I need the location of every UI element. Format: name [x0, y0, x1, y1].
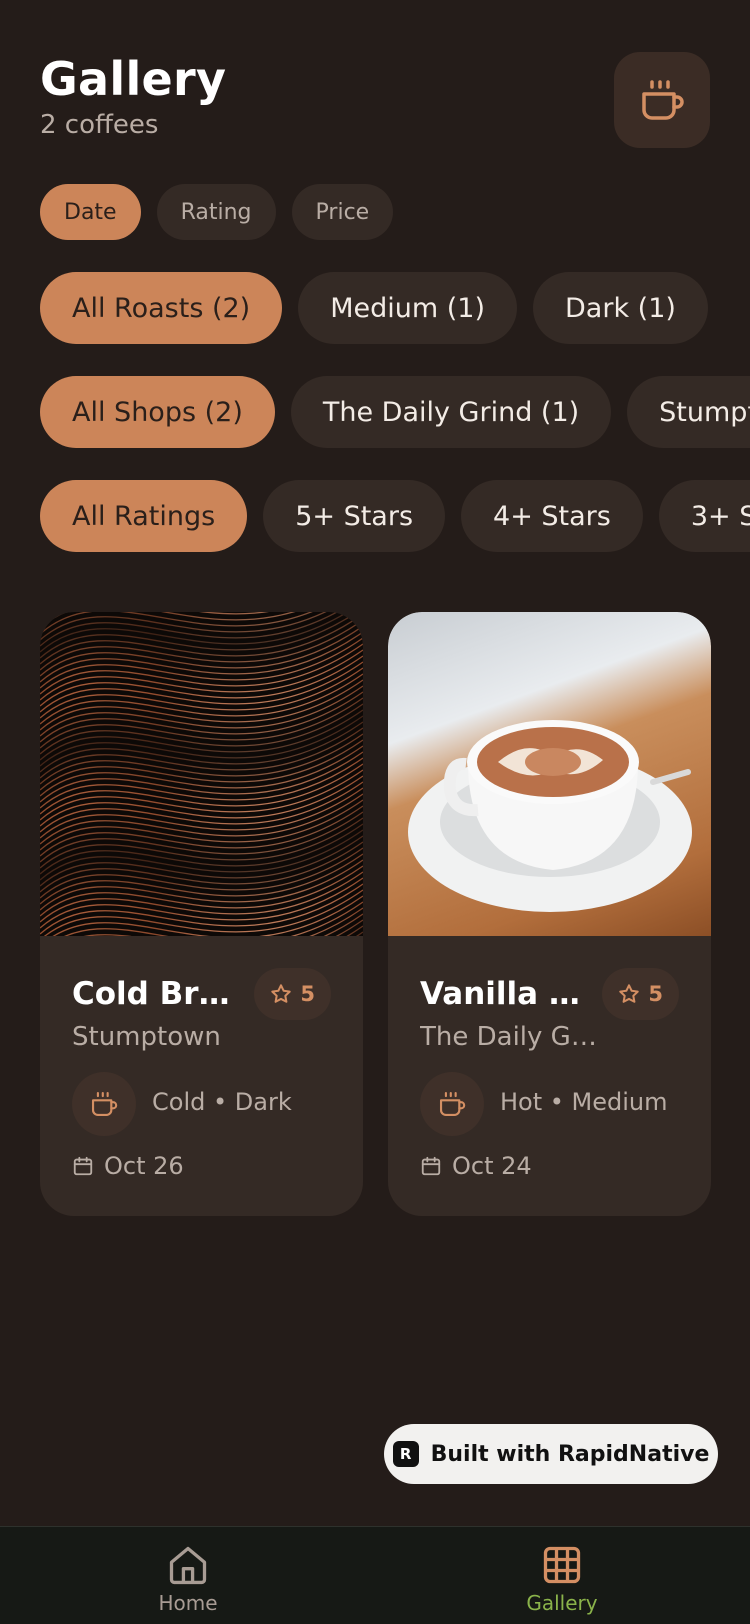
- rapidnative-logo-icon: R: [392, 1441, 419, 1467]
- page-header: Gallery 2 coffees: [40, 52, 226, 140]
- filter-medium-roast[interactable]: Medium (1): [298, 272, 518, 344]
- drink-details: Cold • Dark: [152, 1088, 292, 1116]
- sort-price-chip[interactable]: Price: [291, 184, 394, 240]
- filter-all-roasts[interactable]: All Roasts (2): [40, 272, 283, 344]
- rating-value: 5: [648, 982, 663, 1006]
- coffee-cup-icon: [439, 1091, 466, 1117]
- nav-label-home: Home: [158, 1591, 218, 1615]
- built-with-text: Built with RapidNative: [430, 1441, 710, 1467]
- drink-type-badge: [72, 1072, 136, 1136]
- filter-daily-grind[interactable]: The Daily Grind (1): [290, 376, 612, 448]
- add-coffee-button[interactable]: [614, 52, 710, 148]
- grid-icon: [543, 1546, 581, 1584]
- filter-dark-roast[interactable]: Dark (1): [533, 272, 708, 344]
- gallery-screen: Gallery 2 coffees Date Rating Price All …: [0, 0, 750, 1624]
- coffee-photo: [40, 612, 363, 936]
- coffee-date: Oct 24: [452, 1152, 532, 1180]
- coffee-cup-icon: [91, 1091, 118, 1117]
- sort-date-chip[interactable]: Date: [40, 184, 141, 240]
- coffee-cup-icon: [642, 80, 684, 120]
- shop-name: Stumptown: [72, 1022, 221, 1052]
- star-icon: [619, 984, 640, 1003]
- nav-item-home[interactable]: Home: [118, 1543, 258, 1615]
- filter-5-stars[interactable]: 5+ Stars: [263, 480, 446, 552]
- coffee-card[interactable]: Vanilla Latte 5 The Daily Grind Hot • Me…: [388, 612, 711, 1216]
- filter-4-stars[interactable]: 4+ Stars: [461, 480, 643, 552]
- coffee-count: 2 coffees: [40, 110, 159, 140]
- star-icon: [271, 984, 292, 1003]
- filter-all-ratings[interactable]: All Ratings: [40, 480, 248, 552]
- rating-badge: 5: [602, 968, 679, 1020]
- rating-badge: 5: [254, 968, 331, 1020]
- page-title: Gallery: [40, 52, 227, 106]
- filter-3-stars[interactable]: 3+ Stars: [658, 480, 750, 552]
- coffee-card[interactable]: Cold Brew 5 Stumptown Cold • Dark Oct 26: [40, 612, 363, 1216]
- coffee-name: Cold Brew: [72, 976, 242, 1012]
- sort-options: Date Rating Price: [40, 184, 394, 240]
- nav-item-gallery[interactable]: Gallery: [492, 1543, 632, 1615]
- calendar-icon: [421, 1156, 441, 1176]
- calendar-icon: [73, 1156, 93, 1176]
- drink-type-badge: [420, 1072, 484, 1136]
- shop-filter-row: All Shops (2) The Daily Grind (1) Stumpt…: [40, 376, 750, 448]
- filter-stumptown[interactable]: Stumptown (1): [627, 376, 750, 448]
- coffee-photo: [388, 612, 711, 936]
- nav-label-gallery: Gallery: [526, 1591, 598, 1615]
- drink-details: Hot • Medium: [500, 1088, 668, 1116]
- date-row: Oct 26: [72, 1152, 184, 1180]
- roast-filter-row: All Roasts (2) Medium (1) Dark (1): [40, 272, 708, 344]
- home-icon: [169, 1546, 207, 1585]
- rating-value: 5: [300, 982, 315, 1006]
- bottom-navigation: Home Gallery: [0, 1526, 750, 1624]
- built-with-badge[interactable]: R Built with RapidNative: [384, 1424, 718, 1484]
- coffee-date: Oct 26: [104, 1152, 184, 1180]
- shop-name: The Daily Grind: [420, 1022, 600, 1052]
- date-row: Oct 24: [420, 1152, 532, 1180]
- filter-all-shops[interactable]: All Shops (2): [40, 376, 275, 448]
- rating-filter-row: All Ratings 5+ Stars 4+ Stars 3+ Stars: [40, 480, 750, 552]
- coffee-name: Vanilla Latte: [420, 976, 590, 1012]
- sort-rating-chip[interactable]: Rating: [156, 184, 276, 240]
